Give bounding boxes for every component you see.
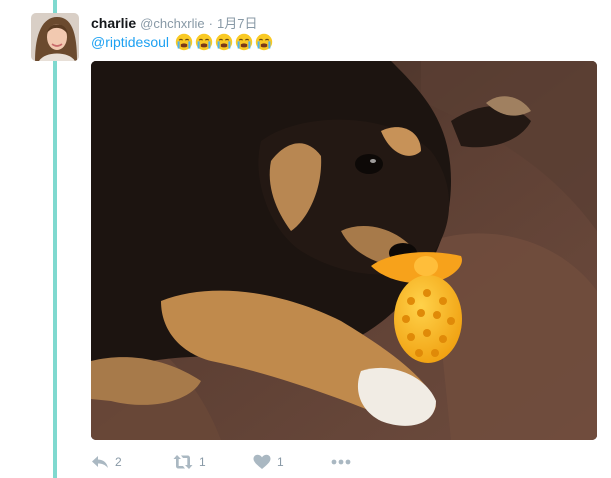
reply-icon — [92, 456, 108, 468]
retweet-button[interactable]: 1 — [173, 452, 206, 472]
tweet-date[interactable]: 1月7日 — [217, 13, 257, 32]
loudly-crying-face-icon — [195, 33, 213, 51]
emoji-group — [175, 33, 275, 51]
loudly-crying-face-icon — [175, 33, 193, 51]
tweet-actions: 2 1 1 — [91, 452, 391, 472]
thread-line — [53, 0, 57, 478]
reply-count: 2 — [115, 455, 122, 469]
more-icon — [331, 459, 351, 465]
reply-button[interactable]: 2 — [91, 452, 122, 472]
loudly-crying-face-icon — [215, 33, 233, 51]
more-button[interactable] — [331, 452, 351, 472]
avatar-image — [31, 13, 79, 61]
heart-icon — [253, 454, 271, 469]
like-count: 1 — [277, 455, 284, 469]
loudly-crying-face-icon — [235, 33, 253, 51]
avatar[interactable] — [31, 13, 79, 61]
like-button[interactable]: 1 — [253, 452, 284, 472]
tweet-photo[interactable] — [91, 61, 597, 440]
header-separator: · — [208, 16, 213, 31]
mention-link[interactable]: @riptidesoul — [91, 34, 169, 50]
puppy-photo — [91, 61, 597, 440]
tweet-text: @riptidesoul — [91, 32, 275, 52]
author-name[interactable]: charlie — [91, 15, 136, 31]
author-handle[interactable]: @chchxrlie — [140, 16, 205, 31]
tweet-header: charlie @chchxrlie · 1月7日 — [91, 13, 257, 33]
retweet-icon — [173, 455, 193, 469]
loudly-crying-face-icon — [255, 33, 273, 51]
retweet-count: 1 — [199, 455, 206, 469]
